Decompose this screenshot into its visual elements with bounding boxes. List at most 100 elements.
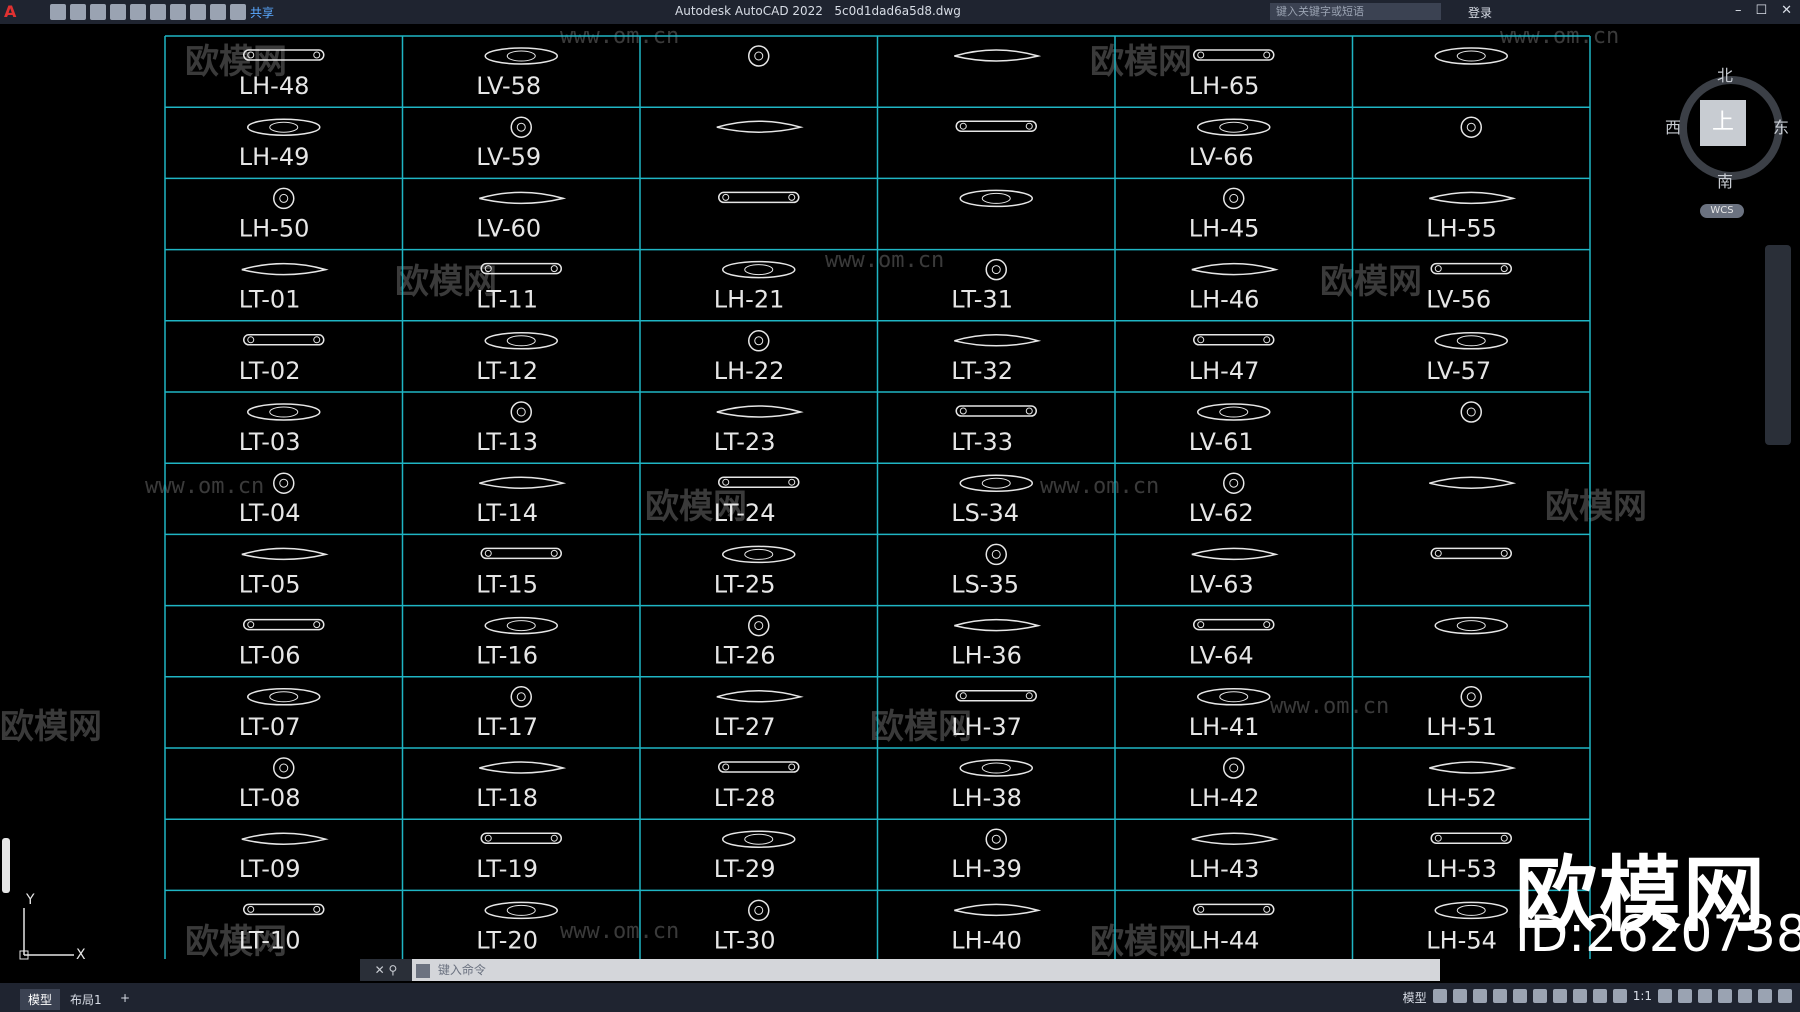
handle-drawing[interactable]	[273, 757, 295, 779]
handle-drawing[interactable]	[954, 334, 1042, 347]
open-from-web-icon[interactable]	[130, 4, 146, 20]
annotation-scale[interactable]: 1:1	[1633, 989, 1652, 1003]
snap-icon[interactable]	[1452, 989, 1467, 1003]
handle-drawing[interactable]	[1434, 901, 1508, 920]
minimize-icon[interactable]: –	[1735, 3, 1742, 18]
handle-drawing[interactable]	[479, 761, 567, 774]
handle-drawing[interactable]	[955, 690, 1037, 702]
handle-drawing[interactable]	[479, 476, 567, 489]
plus-icon[interactable]	[1678, 989, 1692, 1003]
handle-drawing[interactable]	[716, 405, 804, 418]
handle-drawing[interactable]	[241, 262, 329, 276]
handle-drawing[interactable]	[1430, 547, 1512, 560]
customization-menu-icon[interactable]	[1778, 989, 1792, 1003]
tab-layout1[interactable]: 布局1	[62, 989, 110, 1010]
handle-drawing[interactable]	[510, 401, 532, 423]
object-snap-tracking-icon[interactable]	[1532, 989, 1547, 1003]
print-icon[interactable]	[170, 4, 186, 20]
isolate-objects-icon[interactable]	[1718, 989, 1732, 1003]
handle-drawing[interactable]	[718, 476, 800, 488]
handle-drawing[interactable]	[1430, 832, 1512, 844]
object-snap-icon[interactable]	[1552, 989, 1567, 1003]
ortho-icon[interactable]	[1472, 989, 1487, 1003]
viewcube-south[interactable]: 南	[1717, 168, 1733, 192]
viewcube[interactable]: 上 北 南 西 东	[1665, 62, 1789, 191]
handle-drawing[interactable]	[1460, 116, 1482, 138]
workspace-switch-icon[interactable]	[1658, 989, 1672, 1003]
handle-drawing[interactable]	[954, 618, 1042, 632]
handle-drawing[interactable]	[484, 616, 558, 635]
handle-drawing[interactable]	[1434, 47, 1508, 65]
handle-drawing[interactable]	[748, 614, 770, 637]
handle-drawing[interactable]	[1193, 618, 1275, 631]
annotation-visibility-icon[interactable]	[1592, 989, 1607, 1003]
handle-drawing[interactable]	[954, 903, 1042, 917]
handle-drawing[interactable]	[1191, 262, 1279, 276]
save-to-web-icon[interactable]	[150, 4, 166, 20]
left-scroll-handle[interactable]	[2, 838, 10, 893]
model-space-button[interactable]: 模型	[1403, 989, 1427, 1005]
lineweight-icon[interactable]	[1572, 989, 1587, 1003]
handle-drawing[interactable]	[1191, 547, 1279, 561]
viewcube-top-face[interactable]: 上	[1700, 100, 1746, 146]
handle-drawing[interactable]	[247, 688, 321, 706]
handle-drawing[interactable]	[1430, 262, 1512, 275]
new-file-icon[interactable]	[50, 4, 66, 20]
handle-drawing[interactable]	[247, 403, 321, 421]
navigation-bar[interactable]	[1765, 245, 1791, 445]
handle-drawing[interactable]	[243, 49, 325, 61]
open-file-icon[interactable]	[70, 4, 86, 20]
handle-drawing[interactable]	[243, 903, 325, 916]
share-button[interactable]: 共享	[250, 4, 274, 20]
handle-drawing[interactable]	[722, 260, 796, 279]
wcs-menu[interactable]: WCS	[1700, 204, 1744, 218]
handle-drawing[interactable]	[479, 191, 567, 205]
handle-drawing[interactable]	[484, 332, 558, 350]
handle-drawing[interactable]	[1460, 401, 1482, 423]
handle-drawing[interactable]	[1197, 118, 1271, 136]
handle-drawing[interactable]	[718, 761, 800, 773]
handle-drawing[interactable]	[748, 899, 770, 922]
add-layout-icon[interactable]: +	[112, 989, 138, 1007]
handle-drawing[interactable]	[955, 405, 1037, 417]
close-icon[interactable]: ✕	[1781, 3, 1792, 18]
handle-drawing[interactable]	[1460, 686, 1482, 708]
handle-drawing[interactable]	[1223, 757, 1245, 779]
handle-drawing[interactable]	[748, 45, 770, 67]
handle-drawing[interactable]	[955, 120, 1037, 132]
autocad-logo-icon[interactable]: A	[4, 3, 22, 21]
login-button[interactable]: 登录	[1468, 4, 1492, 21]
search-input[interactable]: 键入关键字或短语	[1270, 3, 1441, 20]
handle-drawing[interactable]	[1193, 334, 1275, 346]
handle-drawing[interactable]	[241, 832, 329, 845]
redo-icon[interactable]	[210, 4, 226, 20]
handle-drawing[interactable]	[1429, 476, 1517, 489]
tab-model[interactable]: 模型	[20, 989, 61, 1010]
handle-drawing[interactable]	[985, 828, 1007, 850]
handle-drawing[interactable]	[241, 547, 329, 561]
handle-drawing[interactable]	[1193, 903, 1275, 916]
command-line[interactable]: 键入命令	[412, 959, 1440, 981]
handle-drawing[interactable]	[722, 830, 796, 848]
handle-drawing[interactable]	[1434, 332, 1508, 350]
handle-drawing[interactable]	[716, 690, 804, 703]
save-as-icon[interactable]	[110, 4, 126, 20]
handle-drawing[interactable]	[985, 543, 1007, 566]
isodraft-icon[interactable]	[1512, 989, 1527, 1003]
handle-drawing[interactable]	[716, 120, 804, 133]
handle-drawing[interactable]	[480, 262, 562, 275]
viewcube-west[interactable]: 西	[1665, 114, 1681, 138]
handle-drawing[interactable]	[1434, 616, 1508, 635]
handle-drawing[interactable]	[722, 545, 796, 564]
handle-drawing[interactable]	[480, 547, 562, 560]
handle-drawing[interactable]	[247, 118, 321, 136]
command-icon[interactable]	[416, 963, 430, 978]
drawing-canvas[interactable]: www.om.cn www.om.cn www.om.cn www.om.cn …	[0, 24, 1800, 962]
viewcube-east[interactable]: 东	[1773, 114, 1789, 138]
handle-drawing[interactable]	[718, 191, 800, 204]
cad-drawing[interactable]: LH-48 LV-58 LH-65 LH-49 LV-59 LV-66 LH-50 LV-60…	[0, 24, 1800, 959]
handle-drawing[interactable]	[484, 901, 558, 920]
handle-drawing[interactable]	[243, 334, 325, 346]
handle-drawing[interactable]	[273, 472, 295, 494]
handle-drawing[interactable]	[510, 686, 532, 708]
